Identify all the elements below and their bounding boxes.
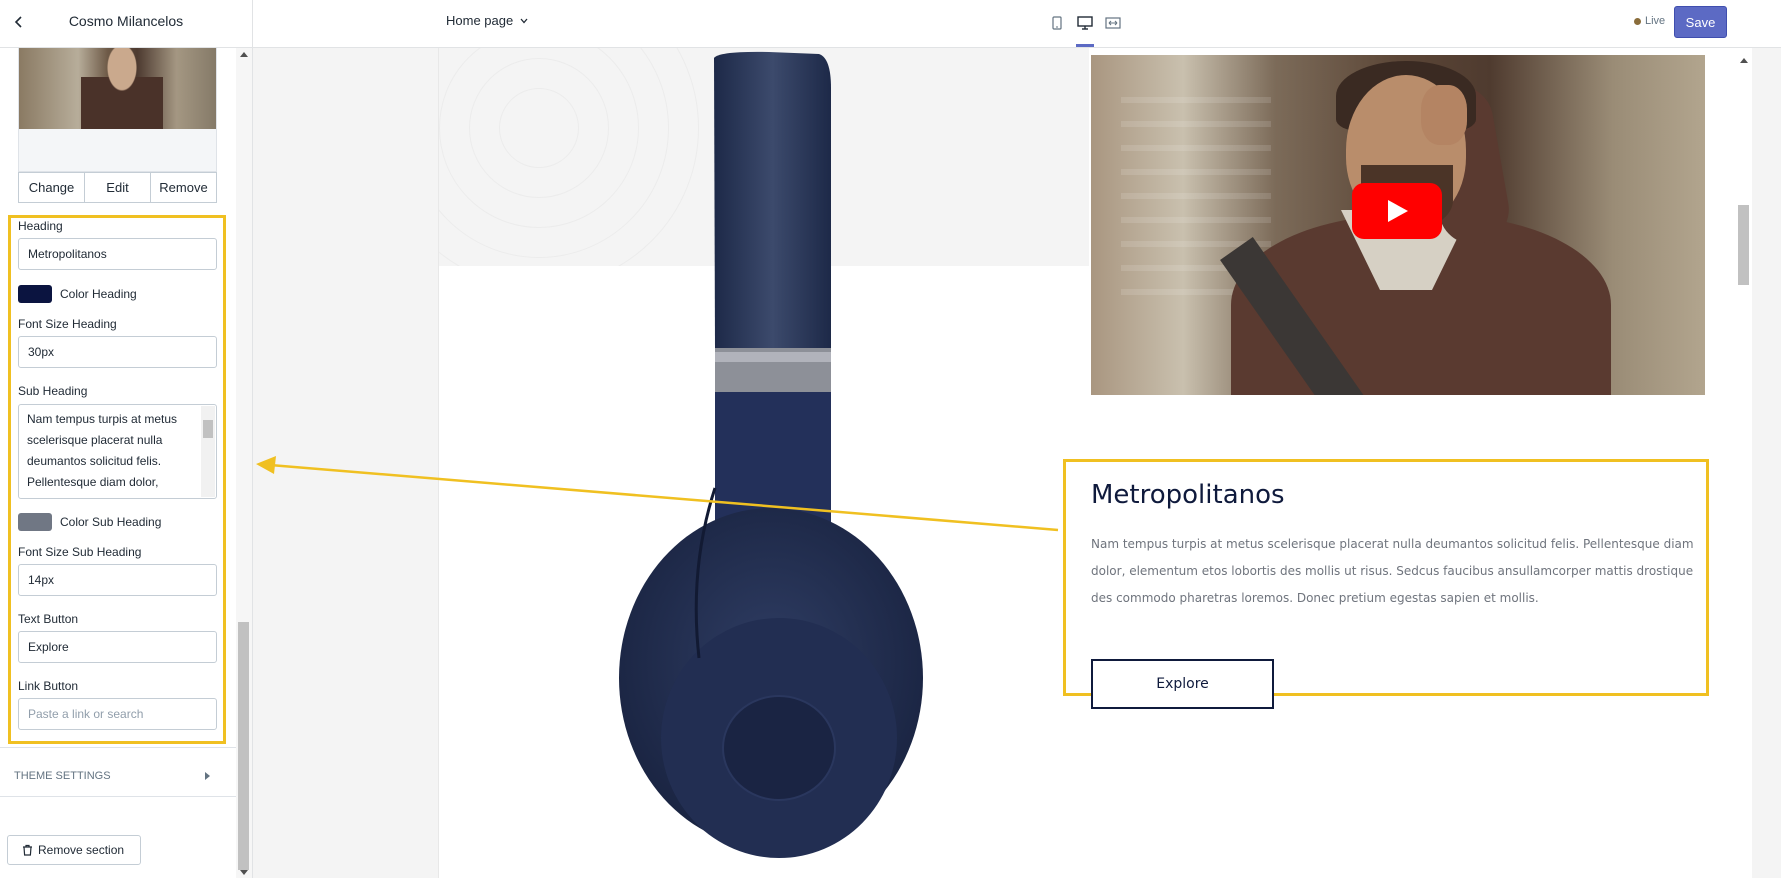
mobile-view-icon[interactable] bbox=[1048, 12, 1066, 34]
scroll-down-icon[interactable] bbox=[240, 870, 248, 875]
preview-scroll-thumb[interactable] bbox=[1738, 205, 1749, 285]
chevron-down-icon bbox=[520, 18, 528, 23]
caret-right-icon bbox=[205, 772, 210, 780]
theme-settings-row[interactable]: THEME SETTINGS bbox=[0, 747, 236, 797]
preview-heading: Metropolitanos bbox=[1091, 480, 1285, 510]
thumbnail-person bbox=[81, 48, 163, 129]
settings-highlight-box bbox=[8, 215, 226, 744]
preview-canvas: Metropolitanos Nam tempus turpis at metu… bbox=[438, 48, 1735, 878]
trash-icon bbox=[23, 844, 32, 856]
headphones-image bbox=[619, 51, 923, 858]
back-arrow-icon[interactable] bbox=[10, 13, 28, 31]
live-dot-icon bbox=[1634, 17, 1641, 25]
sidebar-scroll-thumb[interactable] bbox=[238, 622, 249, 870]
image-actions: Change Edit Remove bbox=[18, 172, 217, 203]
person-hand bbox=[1421, 85, 1467, 145]
sidebar-scrollbar[interactable] bbox=[236, 48, 252, 878]
settings-sidebar: Change Edit Remove Heading Metropolitano… bbox=[0, 48, 236, 878]
remove-section-button[interactable]: Remove section bbox=[7, 835, 141, 865]
preview-subheading: Nam tempus turpis at metus scelerisque p… bbox=[1091, 537, 1694, 605]
save-button[interactable]: Save bbox=[1674, 6, 1727, 38]
video-thumbnail[interactable] bbox=[1091, 55, 1705, 395]
preview-scroll-up-icon[interactable] bbox=[1740, 58, 1748, 63]
remove-image-button[interactable]: Remove bbox=[151, 173, 216, 202]
live-status: Live bbox=[1634, 15, 1665, 27]
youtube-play-button[interactable] bbox=[1352, 183, 1442, 239]
desktop-view-icon[interactable] bbox=[1076, 12, 1094, 47]
explore-button[interactable]: Explore bbox=[1091, 659, 1274, 709]
theme-settings-label: THEME SETTINGS bbox=[14, 770, 111, 782]
image-thumbnail bbox=[19, 48, 216, 129]
fullscreen-view-icon[interactable] bbox=[1104, 12, 1122, 34]
top-bar: Cosmo Milancelos Home page Live Save bbox=[0, 0, 1781, 48]
remove-section-label: Remove section bbox=[38, 843, 125, 857]
shop-name: Cosmo Milancelos bbox=[68, 13, 184, 29]
play-icon bbox=[1388, 200, 1408, 222]
edit-image-button[interactable]: Edit bbox=[85, 173, 151, 202]
live-label: Live bbox=[1645, 15, 1666, 27]
image-preview-box bbox=[18, 48, 217, 172]
change-image-button[interactable]: Change bbox=[19, 173, 85, 202]
page-select-label: Home page bbox=[446, 13, 514, 28]
scroll-up-icon[interactable] bbox=[240, 52, 248, 57]
device-toggle bbox=[1048, 12, 1122, 47]
sidebar-divider bbox=[252, 0, 253, 878]
page-select[interactable]: Home page bbox=[446, 13, 529, 28]
preview-scrollbar[interactable] bbox=[1735, 48, 1752, 878]
